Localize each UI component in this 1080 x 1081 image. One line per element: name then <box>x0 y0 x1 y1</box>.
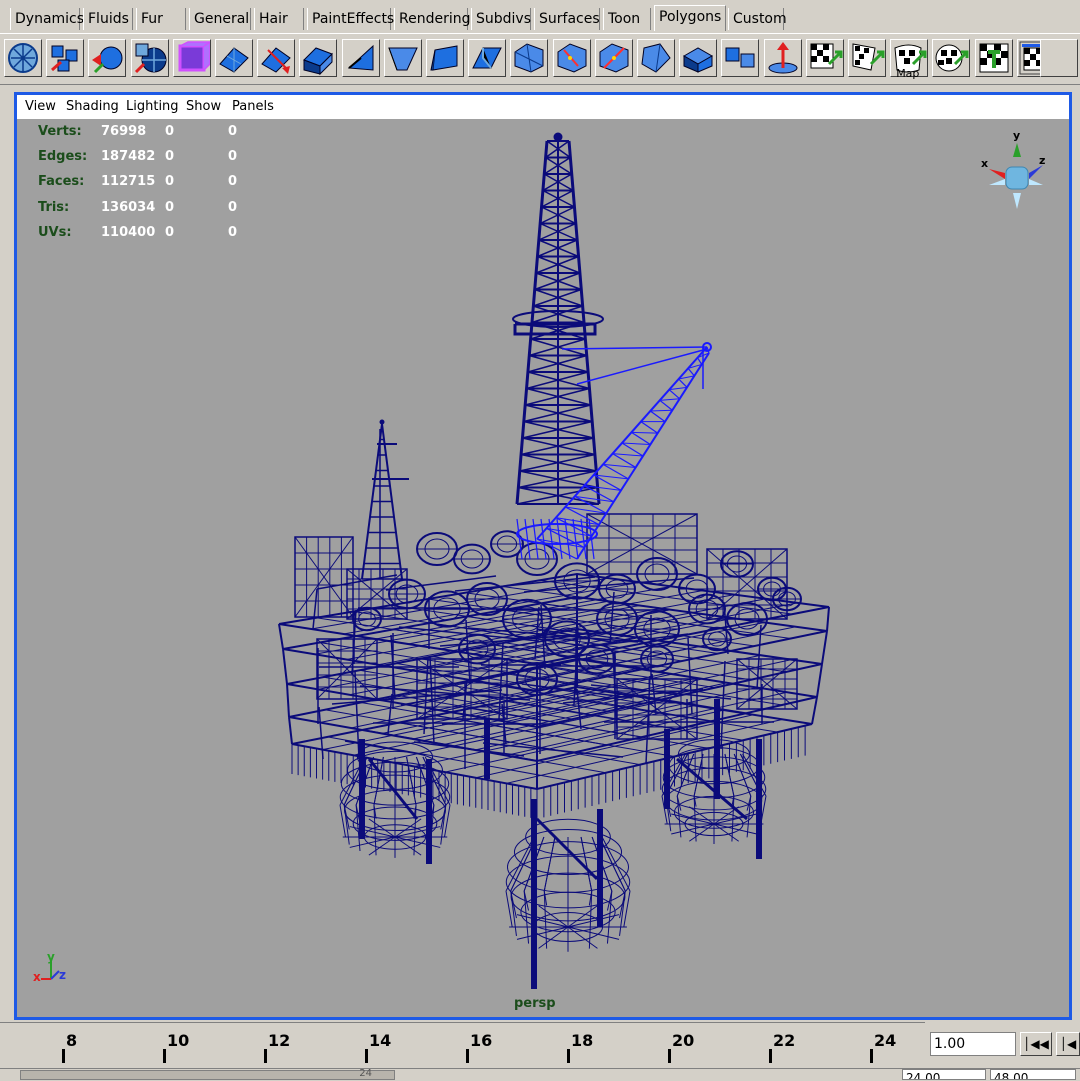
shelf-tab-dynamics[interactable]: Dynamics <box>10 8 84 30</box>
split-edge-icon[interactable] <box>552 39 591 77</box>
camera-name-label: persp <box>514 996 556 1011</box>
view-cube-z-label: z <box>1039 154 1045 167</box>
frame-tick-label: 18 <box>571 1031 594 1050</box>
step-back-key-button[interactable]: │◀◀ <box>1020 1032 1052 1056</box>
uv-editor-icon[interactable] <box>974 39 1013 77</box>
poly-cube-selected-icon[interactable] <box>172 39 211 77</box>
shelf-tab-custom[interactable]: Custom <box>728 8 787 30</box>
right-panel-edge <box>1072 92 1080 1020</box>
bevel-icon[interactable] <box>383 39 422 77</box>
wedge-icon[interactable] <box>468 39 507 77</box>
frame-tick-label: 20 <box>672 1031 695 1050</box>
menu-shading[interactable]: Shading <box>66 99 119 114</box>
frame-tick-label: 22 <box>773 1031 796 1050</box>
shelf-toolbar: Map <box>0 33 1080 85</box>
frame-tick <box>466 1049 469 1063</box>
planar-map-icon[interactable] <box>805 39 844 77</box>
sphere-icon[interactable] <box>4 39 42 77</box>
extrude-edge-icon[interactable] <box>341 39 380 77</box>
oil-rig-wireframe[interactable] <box>17 119 1069 1017</box>
sculpt-icon[interactable] <box>763 39 802 77</box>
shelf-tab-general[interactable]: General <box>189 8 251 30</box>
frame-tick <box>163 1049 166 1063</box>
frame-tick <box>365 1049 368 1063</box>
shelf-tabs: Dynamics Fluids Fur General Hair PaintEf… <box>0 0 1080 33</box>
chamfer-icon[interactable] <box>637 39 675 77</box>
separate-icon[interactable] <box>721 39 760 77</box>
shelf-tab-polygons[interactable]: Polygons <box>654 5 726 31</box>
frame-tick <box>668 1049 671 1063</box>
frame-tick-label: 16 <box>470 1031 493 1050</box>
current-frame-field[interactable]: 1.00 <box>930 1032 1016 1056</box>
poke-icon[interactable] <box>594 39 633 77</box>
axis-indicator-icon: y x z <box>33 951 66 984</box>
view-cube-x-label: x <box>981 157 988 170</box>
shelf-tab-subdivs[interactable]: Subdivs <box>471 8 531 30</box>
axis-z-label: z <box>59 968 66 982</box>
shelf-tab-fur[interactable]: Fur <box>136 8 186 30</box>
range-slider-handle[interactable]: 24 <box>20 1068 395 1080</box>
menu-show[interactable]: Show <box>186 99 221 114</box>
shelf-tab-rendering[interactable]: Rendering <box>394 8 471 30</box>
range-start-field[interactable]: 24.00 <box>902 1069 986 1080</box>
view-cube-icon[interactable]: y x z <box>977 127 1047 217</box>
extrude-face-icon[interactable] <box>299 39 338 77</box>
frame-tick <box>264 1049 267 1063</box>
range-slider-label: 24 <box>359 1068 372 1079</box>
axis-x-label: x <box>33 970 41 984</box>
frame-tick <box>62 1049 65 1063</box>
poly-ball-icon[interactable] <box>130 39 169 77</box>
empty-shelf-button[interactable] <box>1040 39 1078 77</box>
menu-lighting[interactable]: Lighting <box>126 99 179 114</box>
split-polygon-icon[interactable] <box>257 39 296 77</box>
go-to-start-button[interactable]: │◀ <box>1056 1032 1080 1056</box>
merge-icon[interactable] <box>510 39 549 77</box>
panel-menu-bar: View Shading Lighting Show Panels <box>17 95 1069 119</box>
combine-icon[interactable] <box>679 39 718 77</box>
frame-tick-label: 14 <box>369 1031 392 1050</box>
view-cube-y-label: y <box>1013 129 1020 142</box>
map-label: Map <box>896 67 920 80</box>
time-slider[interactable]: 8 10 12 14 16 18 20 22 24 <box>0 1022 925 1069</box>
frame-tick <box>870 1049 873 1063</box>
shelf-tab-surfaces[interactable]: Surfaces <box>534 8 600 30</box>
axis-y-label: y <box>47 951 55 964</box>
frame-tick-label: 24 <box>874 1031 897 1050</box>
cylindrical-map-icon[interactable] <box>848 39 886 77</box>
automatic-map-icon[interactable] <box>932 39 971 77</box>
frame-tick <box>769 1049 772 1063</box>
shelf-tab-hair[interactable]: Hair <box>254 8 304 30</box>
frame-tick-label: 12 <box>268 1031 291 1050</box>
menu-view[interactable]: View <box>25 99 56 114</box>
frame-tick-label: 8 <box>66 1031 78 1050</box>
range-end-field[interactable]: 48.00 <box>990 1069 1076 1080</box>
menu-panels[interactable]: Panels <box>232 99 274 114</box>
frame-tick <box>567 1049 570 1063</box>
perspective-viewport[interactable]: Verts: 76998 0 0 Edges: 187482 0 0 Faces… <box>17 119 1069 1017</box>
create-cubes-icon[interactable] <box>46 39 85 77</box>
frame-tick-label: 10 <box>167 1031 190 1050</box>
plane-icon[interactable] <box>215 39 253 77</box>
smooth-icon[interactable] <box>426 39 464 77</box>
poly-sphere-red-icon[interactable] <box>88 39 127 77</box>
shelf-tab-toon[interactable]: Toon <box>603 8 651 30</box>
shelf-tab-painteffects[interactable]: PaintEffects <box>307 8 394 30</box>
shelf-tab-fluids[interactable]: Fluids <box>83 8 133 30</box>
